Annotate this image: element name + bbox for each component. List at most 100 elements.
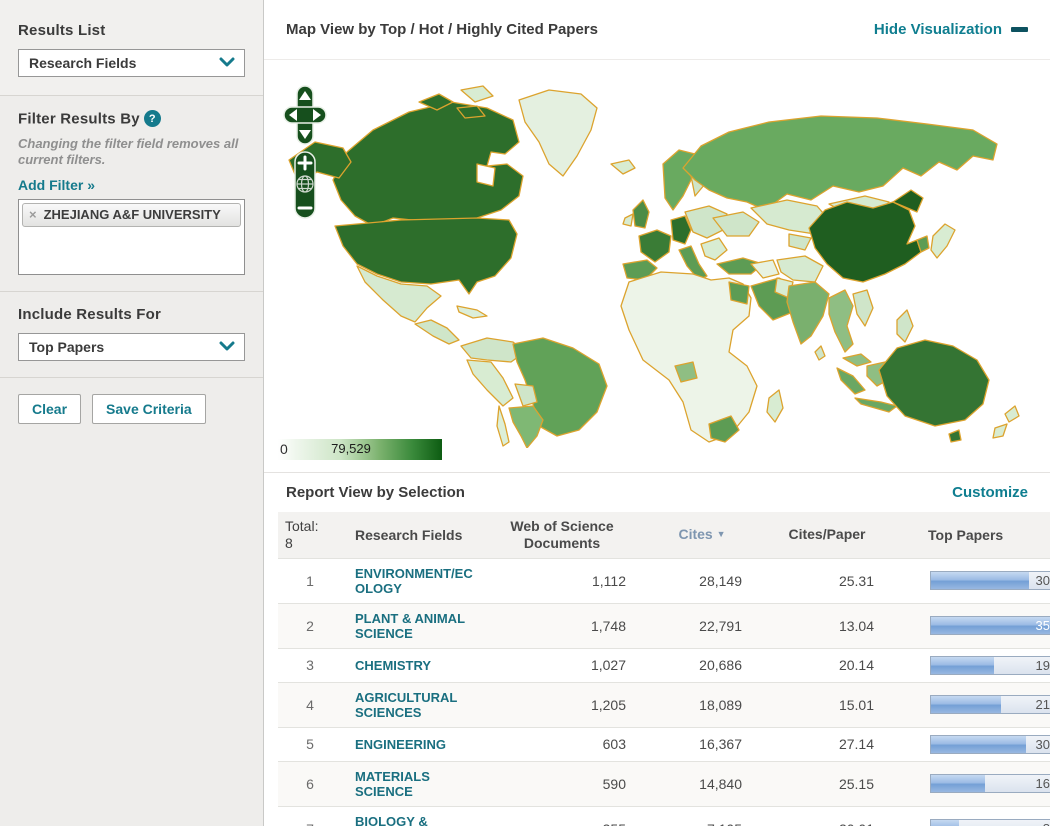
add-filter-link[interactable]: Add Filter » [18, 177, 95, 193]
results-list-section: Results List Research Fields [0, 0, 263, 95]
top-papers-value: 21 [1035, 697, 1050, 712]
customize-link[interactable]: Customize [952, 484, 1028, 501]
map-region-central-asia[interactable] [788, 233, 812, 251]
top-papers-value: 30 [1035, 736, 1050, 752]
map-region-iran[interactable] [776, 255, 824, 283]
top-papers-bar[interactable]: 35 [930, 616, 1050, 635]
map-region-russia[interactable] [682, 115, 998, 211]
research-field-link[interactable]: ENVIRONMENT/ECOLOGY [355, 566, 477, 596]
map-region-new-zealand[interactable] [1004, 405, 1020, 423]
save-criteria-button[interactable]: Save Criteria [92, 394, 206, 424]
research-field-link[interactable]: MATERIALS SCIENCE [355, 769, 477, 799]
wos-documents-value: 1,112 [482, 557, 642, 603]
map-region-australia[interactable] [878, 339, 990, 427]
map-region-iceland[interactable] [610, 159, 636, 175]
map-region-philippines[interactable] [896, 309, 914, 343]
top-papers-value: 8 [1043, 820, 1050, 826]
pan-control[interactable] [283, 85, 327, 145]
top-papers-bar[interactable]: 30 [930, 571, 1050, 590]
map-region-greenland[interactable] [518, 89, 598, 177]
row-rank: 6 [278, 760, 342, 806]
legend-max-label: 79,529 [331, 441, 371, 456]
map-region-india[interactable] [786, 281, 830, 345]
cites-value: 28,149 [642, 557, 762, 603]
research-field-link[interactable]: AGRICULTURAL SCIENCES [355, 690, 477, 720]
clear-button[interactable]: Clear [18, 394, 82, 424]
map-region-egypt[interactable] [728, 281, 750, 305]
map-region-bolivia[interactable] [514, 383, 538, 407]
map-region-arctic-island[interactable] [460, 85, 494, 103]
map-region-malaysia[interactable] [842, 353, 872, 367]
map-region-madagascar[interactable] [766, 389, 784, 423]
map-region-china[interactable] [808, 201, 922, 283]
report-view-header: Report View by Selection Customize [264, 472, 1050, 512]
hide-visualization-link[interactable]: Hide Visualization [874, 21, 1028, 38]
wos-documents-value: 1,748 [482, 602, 642, 648]
top-papers-bar[interactable]: 19 [930, 655, 1050, 675]
table-row: 1 ENVIRONMENT/ECOLOGY 1,112 28,149 25.31 30 [278, 557, 1050, 603]
research-field-link[interactable]: BIOLOGY & BIOCHEMISTRY [355, 814, 477, 826]
column-header-research-fields[interactable]: Research Fields [342, 512, 482, 558]
map-region-myanmar-thailand[interactable] [828, 289, 854, 353]
top-papers-bar-fill [931, 572, 1029, 589]
map-region-uk[interactable] [632, 199, 650, 229]
map-region-peru[interactable] [466, 359, 514, 407]
cites-value: 22,791 [642, 602, 762, 648]
map-region-central-america[interactable] [414, 319, 460, 345]
include-results-title: Include Results For [18, 306, 161, 323]
research-field-link[interactable]: ENGINEERING [355, 737, 477, 752]
map-region-caribbean[interactable] [456, 305, 488, 319]
table-header-row: Total: 8 Research Fields Web of Science … [278, 512, 1050, 558]
top-papers-bar-fill [931, 820, 960, 826]
column-header-cites-per-paper[interactable]: Cites/Paper [762, 512, 892, 558]
top-papers-bar[interactable]: 21 [930, 695, 1050, 714]
map-controls [283, 85, 327, 219]
map-region-france[interactable] [638, 229, 672, 263]
filter-tag-label: ZHEJIANG A&F UNIVERSITY [43, 207, 221, 222]
wos-documents-value: 1,027 [482, 647, 642, 682]
top-papers-bar[interactable]: 16 [930, 774, 1050, 793]
research-field-link[interactable]: PLANT & ANIMAL SCIENCE [355, 611, 477, 641]
map-region-vietnam[interactable] [852, 289, 874, 327]
zoom-control[interactable] [294, 151, 316, 219]
report-view-title: Report View by Selection [286, 484, 465, 501]
table-row: 6 MATERIALS SCIENCE 590 14,840 25.15 16 [278, 760, 1050, 806]
map-region-sri-lanka[interactable] [814, 345, 826, 361]
map-region-argentina[interactable] [508, 405, 544, 448]
map-region-new-zealand[interactable] [992, 423, 1008, 439]
column-header-wos-documents[interactable]: Web of Science Documents [482, 512, 642, 558]
results-list-dropdown[interactable]: Research Fields [18, 49, 245, 77]
map-region-japan[interactable] [930, 223, 956, 259]
map-region-usa[interactable] [334, 217, 518, 295]
research-field-link[interactable]: CHEMISTRY [355, 658, 477, 673]
results-list-title: Results List [18, 22, 106, 39]
report-table-body: 1 ENVIRONMENT/ECOLOGY 1,112 28,149 25.31 30 2 P… [278, 557, 1050, 826]
map-region-chile[interactable] [496, 405, 510, 447]
top-papers-value: 19 [1035, 657, 1050, 673]
question-icon[interactable]: ? [143, 110, 161, 127]
filter-tag[interactable]: × ZHEJIANG A&F UNIVERSITY [22, 203, 241, 227]
map-region-tasmania[interactable] [948, 429, 962, 443]
map-region-iraq-syria[interactable] [750, 259, 780, 279]
world-choropleth-map[interactable] [281, 68, 1041, 448]
top-papers-value: 35 [1035, 618, 1050, 633]
close-icon[interactable]: × [29, 207, 37, 222]
top-papers-bar[interactable]: 8 [930, 819, 1050, 826]
map-region-sumatra[interactable] [836, 367, 866, 395]
sidebar: Results List Research Fields Filter Resu… [0, 0, 264, 826]
include-results-dropdown[interactable]: Top Papers [18, 333, 245, 361]
chevron-down-icon [219, 54, 235, 72]
map-region-ireland[interactable] [622, 213, 634, 227]
cites-per-paper-value: 20.14 [762, 647, 892, 682]
map-region-balkans[interactable] [700, 237, 728, 261]
column-header-cites-sorted[interactable]: Cites ▼ [642, 512, 762, 558]
column-header-top-papers[interactable]: Top Papers [892, 512, 1050, 558]
cites-per-paper-value: 25.15 [762, 760, 892, 806]
map-area: 0 79,529 [264, 60, 1050, 472]
top-papers-bar[interactable]: 30 [930, 734, 1050, 754]
map-region-canada[interactable] [332, 101, 524, 227]
total-count-header: Total: 8 [278, 512, 342, 558]
wos-documents-value: 1,205 [482, 681, 642, 727]
top-papers-bar-fill [931, 656, 995, 674]
cites-per-paper-value: 13.04 [762, 602, 892, 648]
